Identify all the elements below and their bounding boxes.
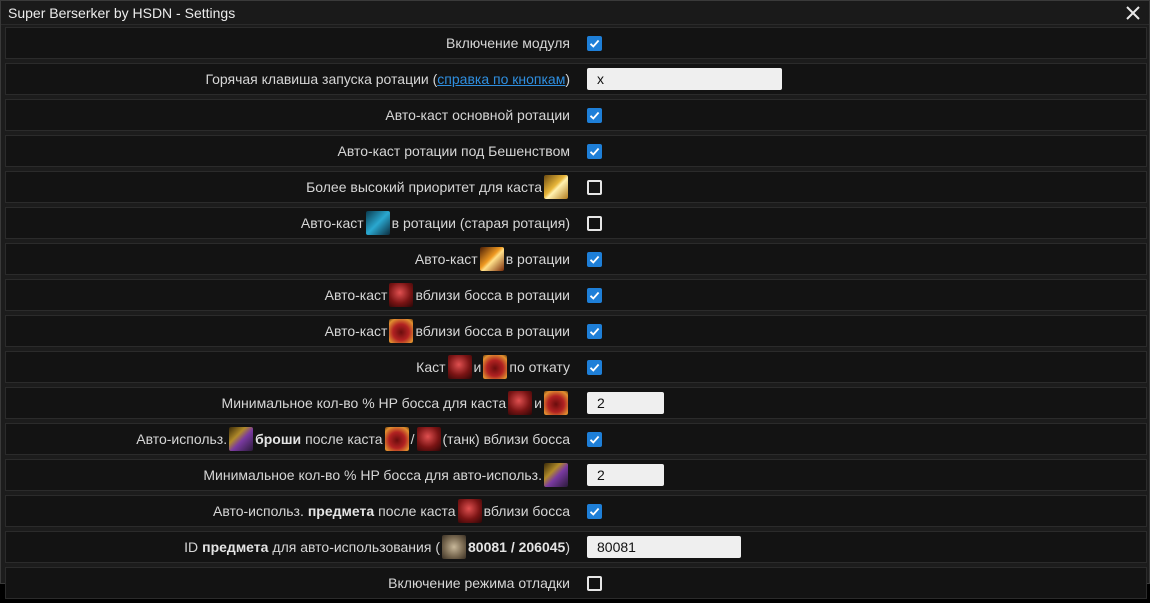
setting-label: Авто-каст в ротации (старая ротация): [301, 208, 570, 238]
setting-label: Авто-каст вблизи босса в ротации: [325, 280, 570, 310]
setting-label: Авто-использ. броши после каста / (танк)…: [136, 424, 570, 454]
auto-cast-main-checkbox[interactable]: [587, 107, 602, 123]
setting-row-hotkey: Горячая клавиша запуска ротации (справка…: [5, 63, 1147, 95]
auto-cast-boss-1-checkbox[interactable]: [587, 287, 602, 303]
check-icon: [589, 363, 600, 372]
key-help-link[interactable]: справка по кнопкам: [437, 71, 565, 87]
setting-row-auto-cast-frenzy: Авто-каст ротации под Бешенством: [5, 135, 1147, 167]
setting-row-auto-cast-boss-1: Авто-каст вблизи босса в ротации: [5, 279, 1147, 311]
high-priority-checkbox[interactable]: [587, 179, 602, 195]
setting-row-min-hp-cast: Минимальное кол-во % HP босса для каста …: [5, 387, 1147, 419]
setting-label: Авто-каст основной ротации: [385, 107, 570, 123]
title-bar: Super Berserker by HSDN - Settings: [1, 1, 1149, 25]
auto-cast-old-rotation-checkbox[interactable]: [587, 215, 602, 231]
red-berserker-skill-icon: [457, 499, 482, 523]
settings-list: Включение модуля Горячая клавиша запуска…: [5, 27, 1147, 603]
red-berserker-skill-icon: [508, 391, 533, 415]
auto-use-item-checkbox[interactable]: [587, 503, 602, 519]
min-hp-brooch-input[interactable]: [587, 464, 664, 486]
item-icon: [442, 535, 466, 559]
check-icon: [589, 435, 600, 444]
setting-row-item-id: ID предмета для авто-использования ( 800…: [5, 531, 1147, 563]
brooch-icon: [544, 463, 568, 487]
auto-cast-frenzy-checkbox[interactable]: [587, 143, 602, 159]
setting-row-cast-on-cooldown: Каст и по откату: [5, 351, 1147, 383]
check-icon: [589, 111, 600, 120]
gold-crossed-axes-skill-icon: [544, 175, 568, 199]
setting-row-debug-mode: Включение режима отладки: [5, 567, 1147, 599]
setting-row-high-priority: Более высокий приоритет для каста: [5, 171, 1147, 203]
item-id-input[interactable]: [587, 536, 741, 558]
auto-cast-fire-checkbox[interactable]: [587, 251, 602, 267]
close-button[interactable]: [1119, 1, 1147, 25]
setting-row-auto-use-brooch: Авто-использ. броши после каста / (танк)…: [5, 423, 1147, 455]
red-berserker-skill-icon: [447, 355, 472, 379]
enable-module-checkbox[interactable]: [587, 35, 602, 51]
setting-row-auto-cast-main: Авто-каст основной ротации: [5, 99, 1147, 131]
setting-label: Каст и по откату: [416, 352, 570, 382]
auto-use-brooch-checkbox[interactable]: [587, 431, 602, 447]
auto-cast-boss-2-checkbox[interactable]: [587, 323, 602, 339]
blue-dash-skill-icon: [365, 211, 390, 235]
cast-on-cooldown-checkbox[interactable]: [587, 359, 602, 375]
setting-row-enable-module: Включение модуля: [5, 27, 1147, 59]
min-hp-cast-input[interactable]: [587, 392, 664, 414]
setting-label: Минимальное кол-во % HP босса для авто-и…: [203, 460, 570, 490]
setting-label: Включение режима отладки: [388, 575, 570, 591]
window-title: Super Berserker by HSDN - Settings: [8, 5, 236, 21]
check-icon: [589, 327, 600, 336]
setting-row-auto-cast-old-rotation: Авто-каст в ротации (старая ротация): [5, 207, 1147, 239]
red-frame-skill-icon: [384, 427, 409, 451]
brooch-icon: [229, 427, 254, 451]
setting-label: Включение модуля: [445, 35, 570, 51]
setting-row-auto-cast-fire: Авто-каст в ротации: [5, 243, 1147, 275]
red-frame-skill-icon: [544, 391, 568, 415]
fire-slash-skill-icon: [479, 247, 504, 271]
debug-mode-checkbox[interactable]: [587, 575, 602, 591]
settings-window: Super Berserker by HSDN - Settings Включ…: [0, 0, 1150, 599]
red-berserker-skill-icon: [389, 283, 414, 307]
setting-row-auto-cast-boss-2: Авто-каст вблизи босса в ротации: [5, 315, 1147, 347]
check-icon: [589, 507, 600, 516]
setting-row-auto-use-item: Авто-использ. предмета после каста вблиз…: [5, 495, 1147, 527]
close-icon: [1126, 6, 1140, 20]
check-icon: [589, 255, 600, 264]
setting-label: Горячая клавиша запуска ротации (справка…: [205, 71, 570, 87]
setting-label: Более высокий приоритет для каста: [306, 172, 570, 202]
setting-label: Авто-использ. предмета после каста вблиз…: [213, 496, 570, 526]
setting-label: Авто-каст в ротации: [415, 244, 570, 274]
setting-label: Авто-каст вблизи босса в ротации: [325, 316, 570, 346]
setting-row-min-hp-brooch: Минимальное кол-во % HP босса для авто-и…: [5, 459, 1147, 491]
setting-label: Минимальное кол-во % HP босса для каста …: [222, 388, 570, 418]
setting-label: ID предмета для авто-использования ( 800…: [184, 532, 570, 562]
check-icon: [589, 291, 600, 300]
check-icon: [589, 147, 600, 156]
red-frame-skill-icon: [389, 319, 414, 343]
red-berserker-skill-icon: [416, 427, 441, 451]
red-frame-skill-icon: [483, 355, 508, 379]
check-icon: [589, 39, 600, 48]
hotkey-input[interactable]: [587, 68, 782, 90]
setting-label: Авто-каст ротации под Бешенством: [337, 143, 571, 159]
